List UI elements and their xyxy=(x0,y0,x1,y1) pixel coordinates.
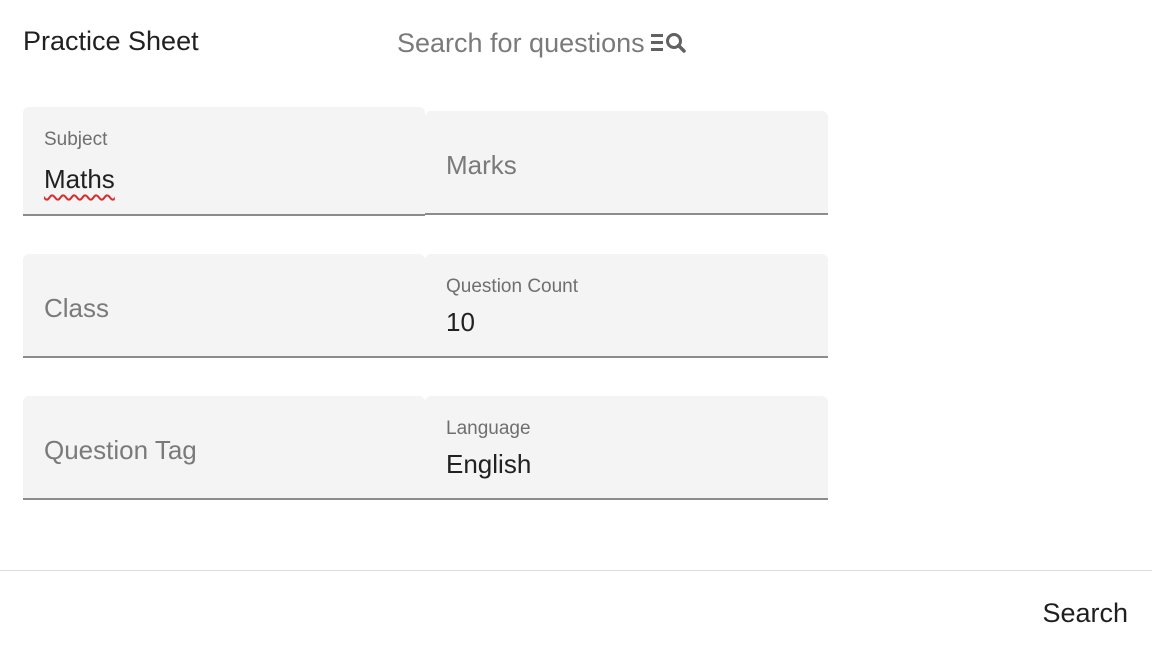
manage-search-icon xyxy=(649,26,691,60)
marks-placeholder: Marks xyxy=(446,150,517,180)
question-count-field[interactable]: Question Count 10 xyxy=(425,254,828,358)
subject-field[interactable]: Subject Maths xyxy=(23,107,425,216)
search-for-questions-label: Search for questions xyxy=(397,28,645,58)
question-tag-placeholder: Question Tag xyxy=(44,435,197,465)
subject-label: Subject xyxy=(44,129,108,150)
class-placeholder: Class xyxy=(44,293,110,323)
search-for-questions-link[interactable]: Search for questions xyxy=(397,26,691,62)
class-field[interactable]: Class xyxy=(23,254,425,358)
marks-field[interactable]: Marks xyxy=(425,111,828,215)
language-value: English xyxy=(446,449,532,479)
language-label: Language xyxy=(446,418,531,439)
footer-divider xyxy=(0,570,1152,571)
page-title: Practice Sheet xyxy=(23,26,199,56)
question-tag-field[interactable]: Question Tag xyxy=(23,396,425,500)
subject-value: Maths xyxy=(44,164,115,194)
question-count-value: 10 xyxy=(446,307,475,337)
language-field[interactable]: Language English xyxy=(425,396,828,500)
search-button[interactable]: Search xyxy=(1042,598,1128,629)
question-count-label: Question Count xyxy=(446,276,579,297)
